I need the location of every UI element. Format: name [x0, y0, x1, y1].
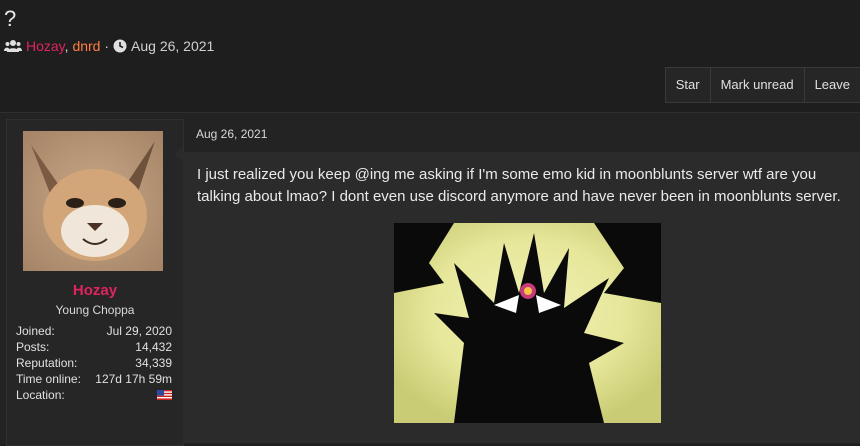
- stat-row-location: Location:: [16, 387, 172, 403]
- post-arrow: [174, 147, 183, 161]
- post-image[interactable]: [394, 223, 661, 423]
- stat-row-joined: Joined: Jul 29, 2020: [16, 323, 172, 339]
- post-content: I just realized you keep @ing me asking …: [183, 152, 860, 443]
- participant-separator: ,: [64, 38, 69, 54]
- mark-unread-button[interactable]: Mark unread: [709, 67, 804, 103]
- post-date[interactable]: Aug 26, 2021: [196, 127, 267, 141]
- stat-value: 127d 17h 59m: [95, 372, 172, 386]
- stat-row-reputation: Reputation: 34,339: [16, 355, 172, 371]
- thread-meta: Hozay, dnrd · Aug 26, 2021: [4, 38, 214, 54]
- author-user-title: Young Choppa: [55, 303, 135, 317]
- clock-icon: [113, 39, 127, 53]
- stat-label: Reputation:: [16, 356, 78, 370]
- leave-button[interactable]: Leave: [803, 67, 860, 103]
- author-username[interactable]: Hozay: [7, 282, 183, 299]
- thread-date[interactable]: Aug 26, 2021: [131, 38, 214, 54]
- stat-label: Time online:: [16, 372, 81, 386]
- thread-title: ?: [4, 6, 17, 31]
- meta-dot: ·: [104, 38, 110, 54]
- stat-label: Location:: [16, 388, 65, 402]
- users-icon: [4, 40, 22, 52]
- post-body: I just realized you keep @ing me asking …: [197, 166, 841, 205]
- avatar[interactable]: [23, 131, 163, 271]
- stat-value: 14,432: [135, 340, 172, 354]
- thread-actions: Star Mark unread Leave: [664, 67, 860, 103]
- stat-label: Posts:: [16, 340, 50, 354]
- stat-value: 34,339: [135, 356, 172, 370]
- us-flag-icon: [157, 390, 172, 400]
- stat-label: Joined:: [16, 324, 55, 338]
- stat-value: Jul 29, 2020: [106, 324, 172, 338]
- post-author-sidebar: Hozay Young Choppa Joined: Jul 29, 2020 …: [6, 119, 184, 446]
- stat-row-posts: Posts: 14,432: [16, 339, 172, 355]
- participant-link-hozay[interactable]: Hozay: [26, 38, 65, 54]
- author-stats: Joined: Jul 29, 2020 Posts: 14,432 Reput…: [16, 323, 172, 403]
- star-button[interactable]: Star: [664, 67, 710, 103]
- stat-row-time-online: Time online: 127d 17h 59m: [16, 371, 172, 387]
- participant-link-dnrd[interactable]: dnrd: [72, 38, 100, 54]
